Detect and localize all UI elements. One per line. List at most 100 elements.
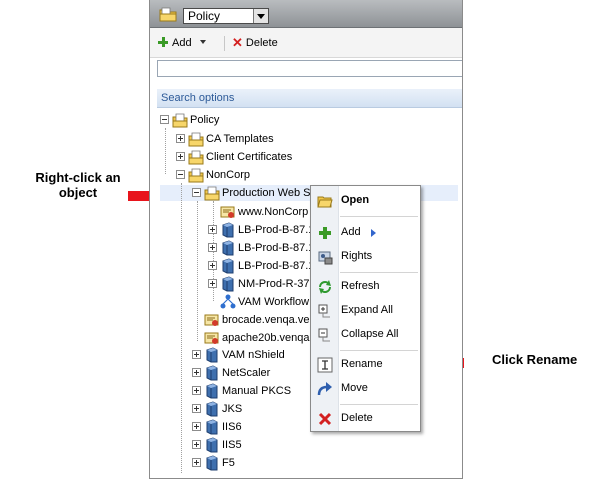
expand-icon[interactable] [192,368,201,377]
tree-item-label: brocade.venqa.ve [222,314,310,326]
tree-guide [181,183,182,473]
expand-icon[interactable] [192,404,201,413]
tree-item-device[interactable]: LB-Prod-B-87.1 [208,258,314,274]
move-arrow-icon [317,382,332,396]
policy-select[interactable]: Policy [183,8,269,24]
expand-all-icon [318,304,330,318]
delete-button-label: Delete [245,37,278,49]
device-icon [206,419,218,435]
delete-button[interactable]: ✕ Delete [232,36,278,50]
certificate-icon [204,332,219,344]
tree-item-label: IIS6 [222,421,242,433]
menu-item-open[interactable]: Open [311,190,420,212]
callout-right-click-line2: object [58,185,98,200]
tree-item-label: JKS [222,403,243,415]
expand-icon[interactable] [192,386,201,395]
refresh-icon [319,280,331,294]
tree-item-device[interactable]: NetScaler [192,365,310,381]
rename-icon [317,357,333,373]
collapse-icon[interactable] [192,188,201,197]
tree-item-noncorp[interactable]: NonCorp [176,167,376,183]
menu-separator [340,350,418,351]
collapse-icon[interactable] [176,170,185,179]
tree-item-workflow[interactable]: VAM Workflow [208,294,310,310]
delete-x-icon [318,412,332,426]
tree-item-device[interactable]: IIS5 [192,437,310,453]
menu-item-label: Expand All [341,304,393,316]
tree-item-device[interactable]: JKS [192,401,310,417]
add-button[interactable]: Add [158,36,206,50]
menu-item-move[interactable]: Move [311,378,420,400]
expand-icon[interactable] [192,458,201,467]
menu-item-delete[interactable]: Delete [311,408,420,430]
tree-item-label: F5 [222,457,235,469]
policy-folder-icon [172,113,188,128]
tree-item-label: www.NonCorp [238,206,309,218]
tree-item-certificate[interactable]: apache20b.venqa [192,330,310,346]
callout-right-click-line1: Right-click an [35,170,121,185]
search-input[interactable] [157,60,462,77]
tree-item-label: VAM Workflow [238,296,310,308]
tree-item-device[interactable]: Manual PKCS [192,383,310,399]
menu-item-label: Collapse All [341,328,399,340]
menu-separator [340,216,418,217]
expand-icon[interactable] [176,134,185,143]
menu-item-label: Delete [341,412,373,424]
device-icon [222,276,234,292]
tree-item-certificate[interactable]: www.NonCorp [208,204,310,220]
tree-item-label: apache20b.venqa [222,332,310,344]
context-menu: Open Add Rights Refresh Expand All Colla… [310,185,421,432]
panel-titlebar: Policy [150,0,462,28]
expand-icon[interactable] [208,243,217,252]
search-options-bar[interactable]: Search options [157,89,462,108]
tree-item-device[interactable]: IIS6 [192,419,310,435]
menu-item-rights[interactable]: Rights [311,246,420,268]
device-icon [206,401,218,417]
menu-item-rename[interactable]: Rename [311,354,420,376]
certificate-icon [220,206,235,218]
tree-item-device[interactable]: F5 [192,455,310,471]
policy-folder-icon [204,186,220,201]
tree-item-label: NM-Prod-R-37. [238,278,313,290]
tree-item-device[interactable]: LB-Prod-B-87.1 [208,240,314,256]
tree-item-label: LB-Prod-B-87.1 [238,242,315,254]
menu-item-add[interactable]: Add [311,222,420,244]
device-icon [222,222,234,238]
device-icon [206,347,218,363]
expand-icon[interactable] [192,440,201,449]
expand-icon[interactable] [176,152,185,161]
tree-item-device[interactable]: VAM nShield [192,347,310,363]
expand-icon[interactable] [208,225,217,234]
certificate-icon [204,314,219,326]
submenu-arrow-icon [371,229,376,237]
menu-item-label: Rights [341,250,373,262]
plus-icon [319,227,331,239]
expand-icon[interactable] [208,279,217,288]
panel-toolbar: Add ✕ Delete [150,28,462,58]
expand-icon[interactable] [192,422,201,431]
expand-icon[interactable] [192,350,201,359]
menu-item-expand-all[interactable]: Expand All [311,300,420,322]
collapse-icon[interactable] [160,115,169,124]
chevron-down-icon[interactable] [253,9,268,23]
tree-item-production-web[interactable]: Production Web Se [192,185,317,201]
tree-item-label: NetScaler [222,367,271,379]
tree-item-device[interactable]: LB-Prod-B-87.1 [208,222,314,238]
menu-item-refresh[interactable]: Refresh [311,276,420,298]
add-button-label: Add [172,37,192,49]
menu-item-label: Move [341,382,368,394]
toolbar-divider [224,36,225,51]
menu-item-collapse-all[interactable]: Collapse All [311,324,420,346]
tree-item-label: LB-Prod-B-87.1 [238,260,315,272]
tree-item-label: IIS5 [222,439,242,451]
tree-item-certificate[interactable]: brocade.venqa.ve [192,312,310,328]
device-icon [222,258,234,274]
tree-item-device[interactable]: NM-Prod-R-37. [208,276,313,292]
chevron-down-icon[interactable] [199,40,206,44]
expand-icon[interactable] [208,261,217,270]
tree-item-policy[interactable]: Policy [160,112,360,128]
tree-item-client-certificates[interactable]: Client Certificates [176,149,376,165]
tree-item-label: Production Web Se [222,187,317,199]
menu-item-label: Rename [341,358,383,370]
tree-item-ca-templates[interactable]: CA Templates [176,131,376,147]
